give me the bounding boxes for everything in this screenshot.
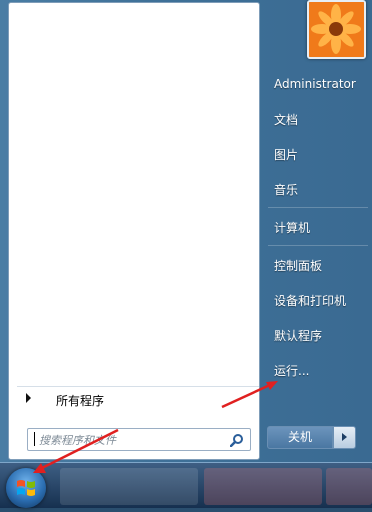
annotation-arrows — [33, 381, 278, 473]
annotation-arrowhead-run — [266, 381, 278, 390]
annotation-arrow-run — [221, 382, 273, 409]
annotation-arrow-start — [39, 428, 119, 471]
